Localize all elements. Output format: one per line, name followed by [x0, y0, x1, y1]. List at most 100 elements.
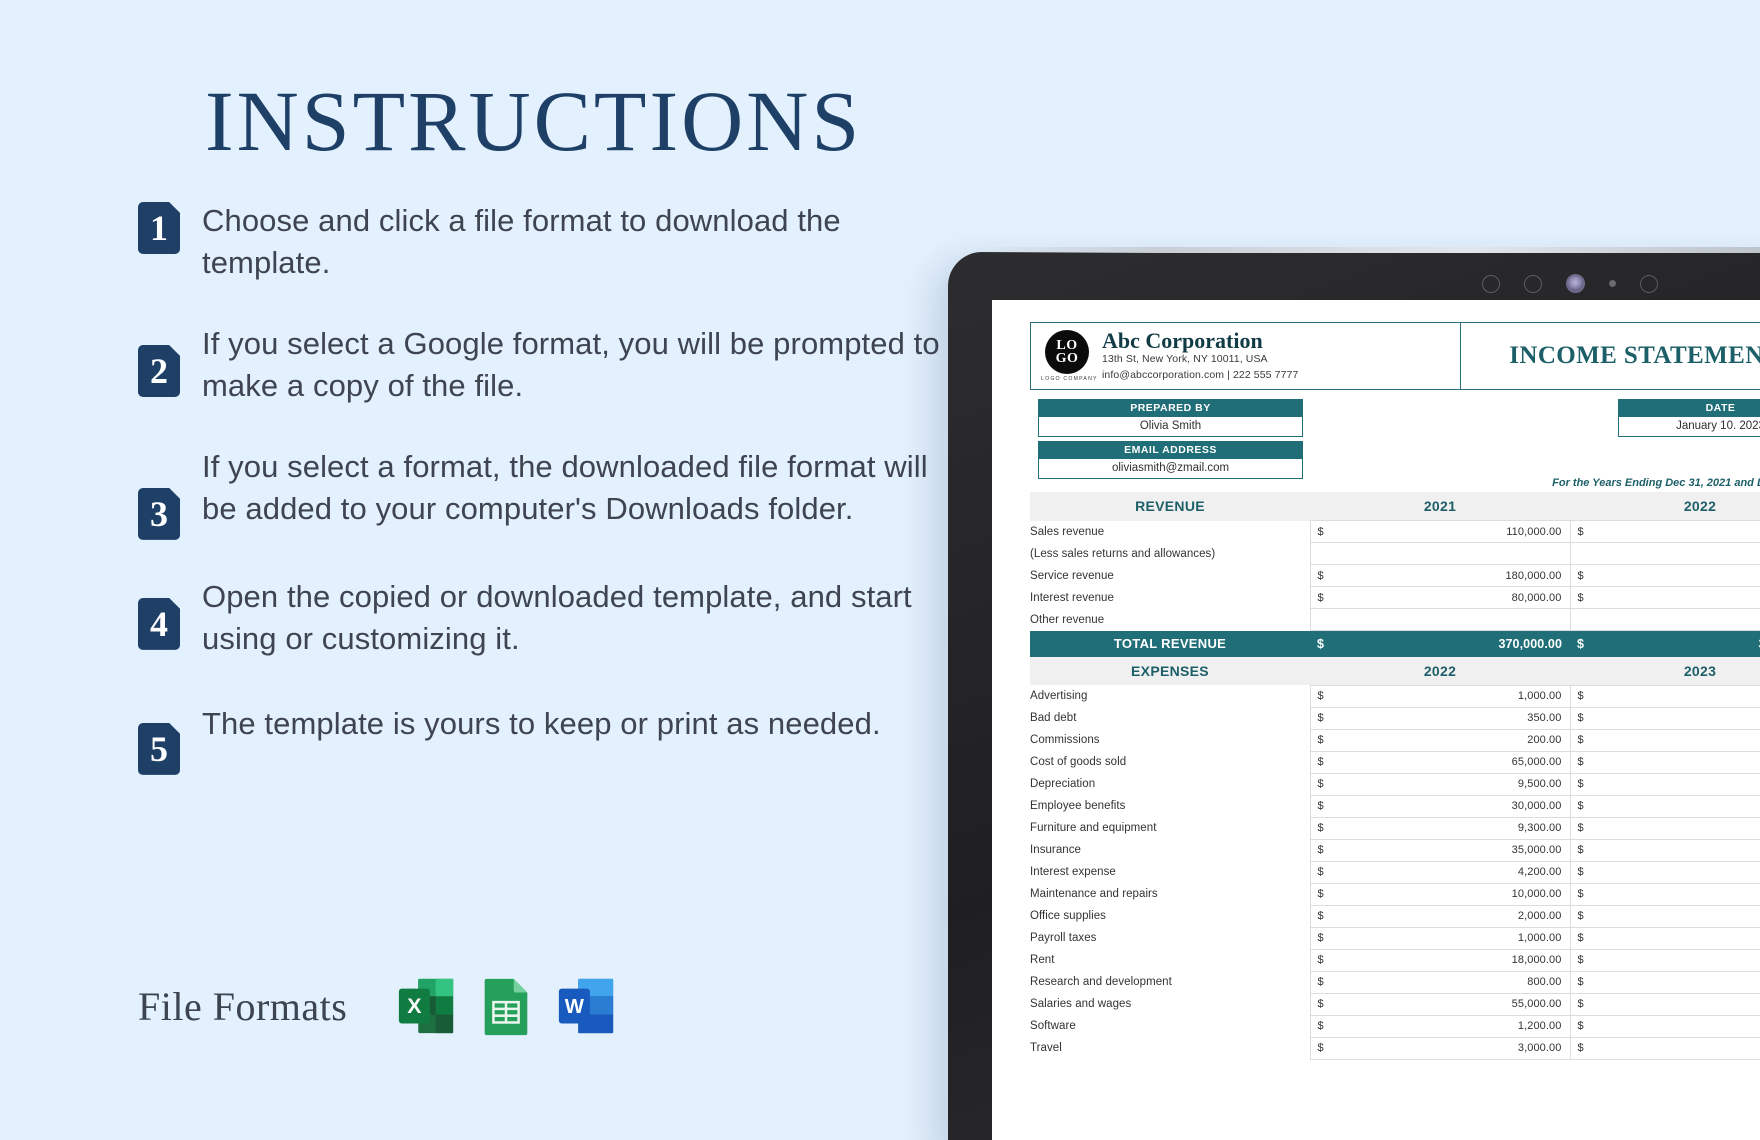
currency-symbol: $ — [1317, 636, 1325, 651]
email-address-field: EMAIL ADDRESS oliviasmith@zmail.com — [1038, 441, 1303, 479]
amount-cell-col2[interactable]: $29,500.00 — [1569, 838, 1760, 862]
amount-cell-col2[interactable]: $280.00 — [1569, 706, 1760, 730]
amount-cell-col1[interactable]: $30,000.00 — [1309, 794, 1571, 818]
amount-cell-col1[interactable] — [1309, 608, 1571, 631]
amount-cell-col1[interactable]: $80,000.00 — [1309, 586, 1571, 609]
amount-cell-col2[interactable]: $75,000.00 — [1569, 586, 1760, 609]
amount-cell-col1[interactable]: $18,000.00 — [1309, 948, 1571, 972]
amount-cell-col1[interactable]: $350.00 — [1309, 706, 1571, 730]
amount-cell-col1[interactable]: $10,000.00 — [1309, 882, 1571, 906]
step-text: The template is yours to keep or print a… — [202, 705, 881, 741]
table-row: Advertising $1,000.00$1,000.00 — [1030, 684, 1760, 708]
amount-cell-col1[interactable]: $3,000.00 — [1309, 1036, 1571, 1060]
step-number-badge: 1 — [138, 202, 180, 254]
google-sheets-icon[interactable] — [475, 975, 537, 1037]
table-row: Other revenue — [1030, 608, 1760, 631]
amount-value: 1,200.00 — [1517, 1020, 1562, 1032]
logo-line-2: GO — [1055, 351, 1079, 366]
date-field: DATE January 10. 2023 — [1618, 399, 1760, 437]
svg-text:W: W — [565, 996, 585, 1018]
step-text: Choose and click a file format to downlo… — [202, 203, 841, 281]
amount-cell-col2[interactable]: $63,000.00 — [1569, 750, 1760, 774]
amount-cell-col2[interactable]: $55,000.00 — [1569, 992, 1760, 1016]
amount-cell-col2[interactable]: $900.00 — [1569, 970, 1760, 994]
amount-cell-col2[interactable]: $3,000.00 — [1569, 904, 1760, 928]
row-label: Interest revenue — [1030, 591, 1114, 604]
table-row: Software $1,200.00$1,200.00 — [1030, 1014, 1760, 1038]
amount-cell-col2[interactable]: $165,000.00 — [1569, 564, 1760, 587]
table-row: Furniture and equipment $9,300.00$8,100.0… — [1030, 816, 1760, 840]
row-label: Payroll taxes — [1030, 932, 1097, 944]
company-address: 13th St, New York, NY 10011, USA — [1102, 353, 1268, 366]
amount-cell-col2[interactable]: $9,500.00 — [1569, 882, 1760, 906]
amount-cell-col1[interactable]: $1,000.00 — [1309, 926, 1571, 950]
row-label: Maintenance and repairs — [1030, 888, 1158, 900]
revenue-section: REVENUE 2021 2022 — [1030, 492, 1760, 521]
sensor-ring-icon — [1640, 274, 1658, 293]
table-row: Insurance $35,000.00$29,500.00 — [1030, 838, 1760, 862]
email-address-value[interactable]: oliviasmith@zmail.com — [1038, 459, 1303, 479]
expenses-section: EXPENSES 2022 2023 — [1030, 656, 1760, 685]
prepared-by-value[interactable]: Olivia Smith — [1038, 417, 1303, 437]
amount-cell-col2[interactable]: $1,000.00 — [1569, 684, 1760, 708]
amount-cell-col1[interactable]: $110,000.00 — [1309, 520, 1571, 543]
amount-value: 18,000.00 — [1511, 954, 1562, 966]
amount-cell-col1[interactable]: $1,200.00 — [1309, 1014, 1571, 1038]
table-row: Rent $18,000.00$18,000.00 — [1030, 948, 1760, 972]
amount-cell-col2[interactable]: $800.00 — [1569, 926, 1760, 950]
amount-cell-col2[interactable]: $150.00 — [1569, 728, 1760, 752]
expenses-section-label: EXPENSES — [1030, 656, 1310, 685]
excel-icon[interactable]: X — [395, 975, 457, 1037]
list-item: 1 Choose and click a file format to down… — [138, 200, 968, 285]
amount-value: 9,300.00 — [1517, 822, 1562, 834]
amount-cell-col1[interactable]: $9,300.00 — [1309, 816, 1571, 840]
amount-cell-col2[interactable]: $5,200.00 — [1569, 860, 1760, 884]
amount-cell-col1[interactable]: $800.00 — [1309, 970, 1571, 994]
amount-value: 900.00 — [1584, 976, 1760, 988]
row-label: Sales revenue — [1030, 525, 1105, 538]
amount-cell-col1[interactable]: $4,200.00 — [1309, 860, 1571, 884]
amount-cell-col1[interactable]: $55,000.00 — [1309, 992, 1571, 1016]
amount-cell-col2[interactable]: $9,000.00 — [1569, 772, 1760, 796]
date-value[interactable]: January 10. 2023 — [1618, 417, 1760, 437]
amount-value: 280.00 — [1584, 712, 1760, 724]
amount-value: 30,000.00 — [1511, 800, 1562, 812]
svg-text:X: X — [408, 994, 423, 1018]
row-label: Rent — [1030, 954, 1055, 966]
amount-cell-col2[interactable]: $2,800.00 — [1569, 1036, 1760, 1060]
amount-cell-col2[interactable]: $18,000.00 — [1569, 948, 1760, 972]
amount-cell-col2[interactable]: $8,100.00 — [1569, 816, 1760, 840]
amount-cell-col2[interactable]: $28,000.00 — [1569, 794, 1760, 818]
expenses-col1-header: 2022 — [1310, 656, 1570, 685]
table-row: Travel $3,000.00$2,800.00 — [1030, 1036, 1760, 1060]
total-revenue-section: TOTAL REVENUE $ 370,000.00 $ 335 — [1030, 630, 1760, 657]
amount-cell-col1[interactable]: $200.00 — [1309, 728, 1571, 752]
amount-cell-col1[interactable] — [1309, 542, 1571, 565]
table-row: Service revenue $180,000.00$165,000.00 — [1030, 564, 1760, 587]
amount-cell-col2[interactable]: $1,200.00 — [1569, 1014, 1760, 1038]
company-logo: LO GO LOGO COMPANY — [1041, 330, 1096, 382]
amount-cell-col1[interactable]: $1,000.00 — [1309, 684, 1571, 708]
revenue-section-label: REVENUE — [1030, 492, 1310, 521]
amount-cell-col1[interactable]: $65,000.00 — [1309, 750, 1571, 774]
amount-cell-col1[interactable]: $2,000.00 — [1309, 904, 1571, 928]
table-row: REVENUE 2021 2022 — [1030, 492, 1760, 521]
instructions-panel: INSTRUCTIONS 1 Choose and click a file f… — [0, 0, 1000, 1140]
amount-value: 1,000.00 — [1517, 932, 1562, 944]
row-label: Software — [1030, 1020, 1076, 1032]
amount-cell-col1[interactable]: $180,000.00 — [1309, 564, 1571, 587]
table-row: Salaries and wages $55,000.00$55,000.00 — [1030, 992, 1760, 1016]
amount-value: 1,000.00 — [1584, 690, 1760, 702]
row-label: Bad debt — [1030, 712, 1077, 724]
word-icon[interactable]: W — [555, 975, 617, 1037]
amount-cell-col2[interactable] — [1569, 542, 1760, 565]
amount-value: 8,100.00 — [1584, 822, 1760, 834]
step-text: If you select a format, the downloaded f… — [202, 448, 928, 527]
amount-cell-col2[interactable] — [1569, 608, 1760, 631]
amount-cell-col1[interactable]: $9,500.00 — [1309, 772, 1571, 796]
row-label: (Less sales returns and allowances) — [1030, 547, 1216, 560]
date-label: DATE — [1618, 399, 1760, 417]
table-row: Bad debt $350.00$280.00 — [1030, 706, 1760, 730]
amount-cell-col1[interactable]: $35,000.00 — [1309, 838, 1571, 862]
amount-cell-col2[interactable]: $95,000.00 — [1569, 520, 1760, 543]
